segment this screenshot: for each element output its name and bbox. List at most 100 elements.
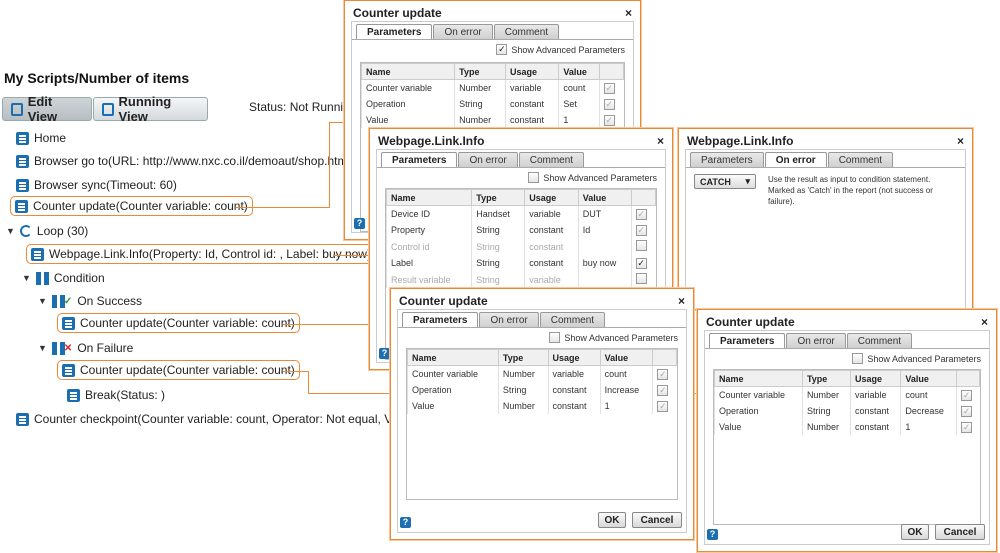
table-row[interactable]: Operation String constant Set [360, 96, 624, 112]
expand-arrow-icon[interactable]: ▼ [38, 343, 47, 353]
tree-item-break[interactable]: Break(Status: ) [67, 388, 165, 402]
checkbox[interactable] [657, 400, 669, 412]
step-icon [16, 178, 29, 192]
checkbox[interactable] [603, 82, 615, 94]
checkbox[interactable] [528, 172, 540, 183]
tab-comment[interactable]: Comment [493, 24, 560, 39]
tree-item-home[interactable]: Home [16, 131, 66, 145]
checkbox[interactable] [496, 44, 508, 55]
tree-item-counter-update-1[interactable]: Counter update(Counter variable: count) [10, 196, 253, 216]
tab-parameters[interactable]: Parameters [356, 24, 433, 39]
checkbox[interactable] [657, 368, 669, 380]
tree-item-condition[interactable]: ▼ Condition [22, 270, 105, 286]
checkbox[interactable] [635, 224, 647, 236]
show-advanced[interactable]: Show Advanced Parameters [496, 44, 625, 55]
cancel-button[interactable]: Cancel [935, 524, 985, 540]
cancel-button[interactable]: Cancel [632, 512, 682, 528]
show-advanced[interactable]: Show Advanced Parameters [528, 172, 657, 183]
tree-item-webpage-link[interactable]: Webpage.Link.Info(Property: Id, Control … [26, 244, 376, 264]
tab-comment[interactable]: Comment [539, 312, 606, 327]
table-row[interactable]: Value Number constant 1 [714, 419, 980, 435]
tab-on-error[interactable]: On error [433, 24, 493, 39]
table-row[interactable]: Device ID Handset variable DUT [385, 205, 656, 222]
checkbox[interactable] [603, 98, 615, 110]
tab-on-error[interactable]: On error [786, 333, 846, 348]
close-icon[interactable]: × [981, 315, 988, 329]
connector-line [329, 122, 330, 208]
expand-arrow-icon[interactable]: ▼ [38, 296, 47, 306]
checkbox[interactable] [635, 273, 647, 284]
tab-parameters[interactable]: Parameters [381, 152, 458, 167]
tab-parameters[interactable]: Parameters [402, 312, 479, 327]
on-error-select[interactable]: CATCH ▾ [694, 174, 756, 189]
tab-parameters[interactable]: Parameters [709, 333, 786, 348]
tab-parameters[interactable]: Parameters [690, 152, 764, 167]
checkbox[interactable] [852, 353, 864, 364]
tree-item-label: Counter update(Counter variable: count) [80, 363, 295, 377]
column-header: Value [577, 189, 632, 206]
tree-item-counter-update-3[interactable]: Counter update(Counter variable: count) [57, 360, 300, 380]
column-header: Name [714, 370, 803, 387]
tree-item-on-failure[interactable]: ▼ ✕ On Failure [38, 340, 133, 356]
column-header: Value [599, 349, 654, 366]
close-icon[interactable]: × [678, 294, 685, 308]
column-header: Type [497, 349, 549, 366]
checkpoint-icon [16, 412, 29, 426]
table-row[interactable]: Control id String constant [385, 238, 656, 255]
table-row[interactable]: Operation String constant Decrease [714, 403, 980, 419]
page-title: My Scripts/Number of items [4, 70, 190, 86]
tab-comment[interactable]: Comment [846, 333, 913, 348]
checkbox[interactable] [635, 240, 647, 251]
table-row[interactable]: Label String constant buy now [385, 255, 656, 271]
ok-button[interactable]: OK [901, 524, 929, 540]
running-view-button[interactable]: Running View [93, 94, 208, 124]
show-advanced[interactable]: Show Advanced Parameters [549, 332, 678, 343]
help-icon[interactable]: ? [379, 348, 390, 359]
table-row[interactable]: Counter variable Number variable count [407, 365, 677, 382]
help-icon[interactable]: ? [707, 529, 718, 540]
edit-view-button[interactable]: Edit View [2, 94, 92, 124]
tab-on-error[interactable]: On error [479, 312, 539, 327]
tree-item-browser-sync[interactable]: Browser sync(Timeout: 60) [16, 178, 177, 192]
help-icon[interactable]: ? [400, 517, 411, 528]
checkbox[interactable] [603, 114, 615, 126]
table-row[interactable]: Counter variable Number variable count [714, 386, 980, 403]
on-error-description: Use the result as input to condition sta… [768, 175, 933, 206]
table-row[interactable]: Value Number constant 1 [407, 398, 677, 414]
tab-comment[interactable]: Comment [827, 152, 894, 167]
tab-on-error[interactable]: On error [458, 152, 518, 167]
tree-item-label: Break(Status: ) [85, 388, 166, 402]
tab-comment[interactable]: Comment [518, 152, 585, 167]
tree-item-on-success[interactable]: ▼ ✓ On Success [38, 293, 142, 309]
tree-item-checkpoint[interactable]: Counter checkpoint(Counter variable: cou… [16, 412, 431, 426]
close-icon[interactable]: × [625, 6, 632, 20]
expand-arrow-icon[interactable]: ▼ [22, 273, 31, 283]
ok-button[interactable]: OK [598, 512, 626, 528]
checkbox[interactable] [961, 389, 973, 401]
help-icon[interactable]: ? [354, 218, 365, 229]
column-header: Usage [505, 63, 560, 80]
show-advanced[interactable]: Show Advanced Parameters [852, 353, 981, 364]
table-row[interactable]: Operation String constant Increase [407, 382, 677, 398]
step-icon [16, 131, 29, 145]
checkbox[interactable] [657, 384, 669, 396]
checkbox[interactable] [961, 405, 973, 417]
table-row[interactable]: Value Number constant 1 [360, 112, 624, 128]
checkbox[interactable] [635, 208, 647, 220]
expand-arrow-icon[interactable]: ▼ [6, 226, 15, 236]
connector-line [308, 371, 309, 393]
checkbox[interactable] [549, 332, 561, 343]
tree-item-label: Browser go to(URL: http://www.nxc.co.il/… [34, 154, 355, 168]
checkbox[interactable] [961, 421, 973, 433]
table-row[interactable]: Property String constant Id [385, 222, 656, 238]
tab-on-error[interactable]: On error [764, 152, 827, 167]
tree-item-loop[interactable]: ▼ Loop (30) [6, 224, 88, 238]
table-row[interactable]: Counter variable Number variable count [360, 79, 624, 96]
close-icon[interactable]: × [957, 134, 964, 148]
column-header: Value [558, 63, 600, 80]
close-icon[interactable]: × [657, 134, 664, 148]
table-row[interactable]: Result variable String variable [385, 271, 656, 288]
tree-item-browser-goto[interactable]: Browser go to(URL: http://www.nxc.co.il/… [16, 154, 354, 168]
checkbox[interactable] [635, 257, 647, 269]
tree-item-counter-update-2[interactable]: Counter update(Counter variable: count) [57, 313, 300, 333]
